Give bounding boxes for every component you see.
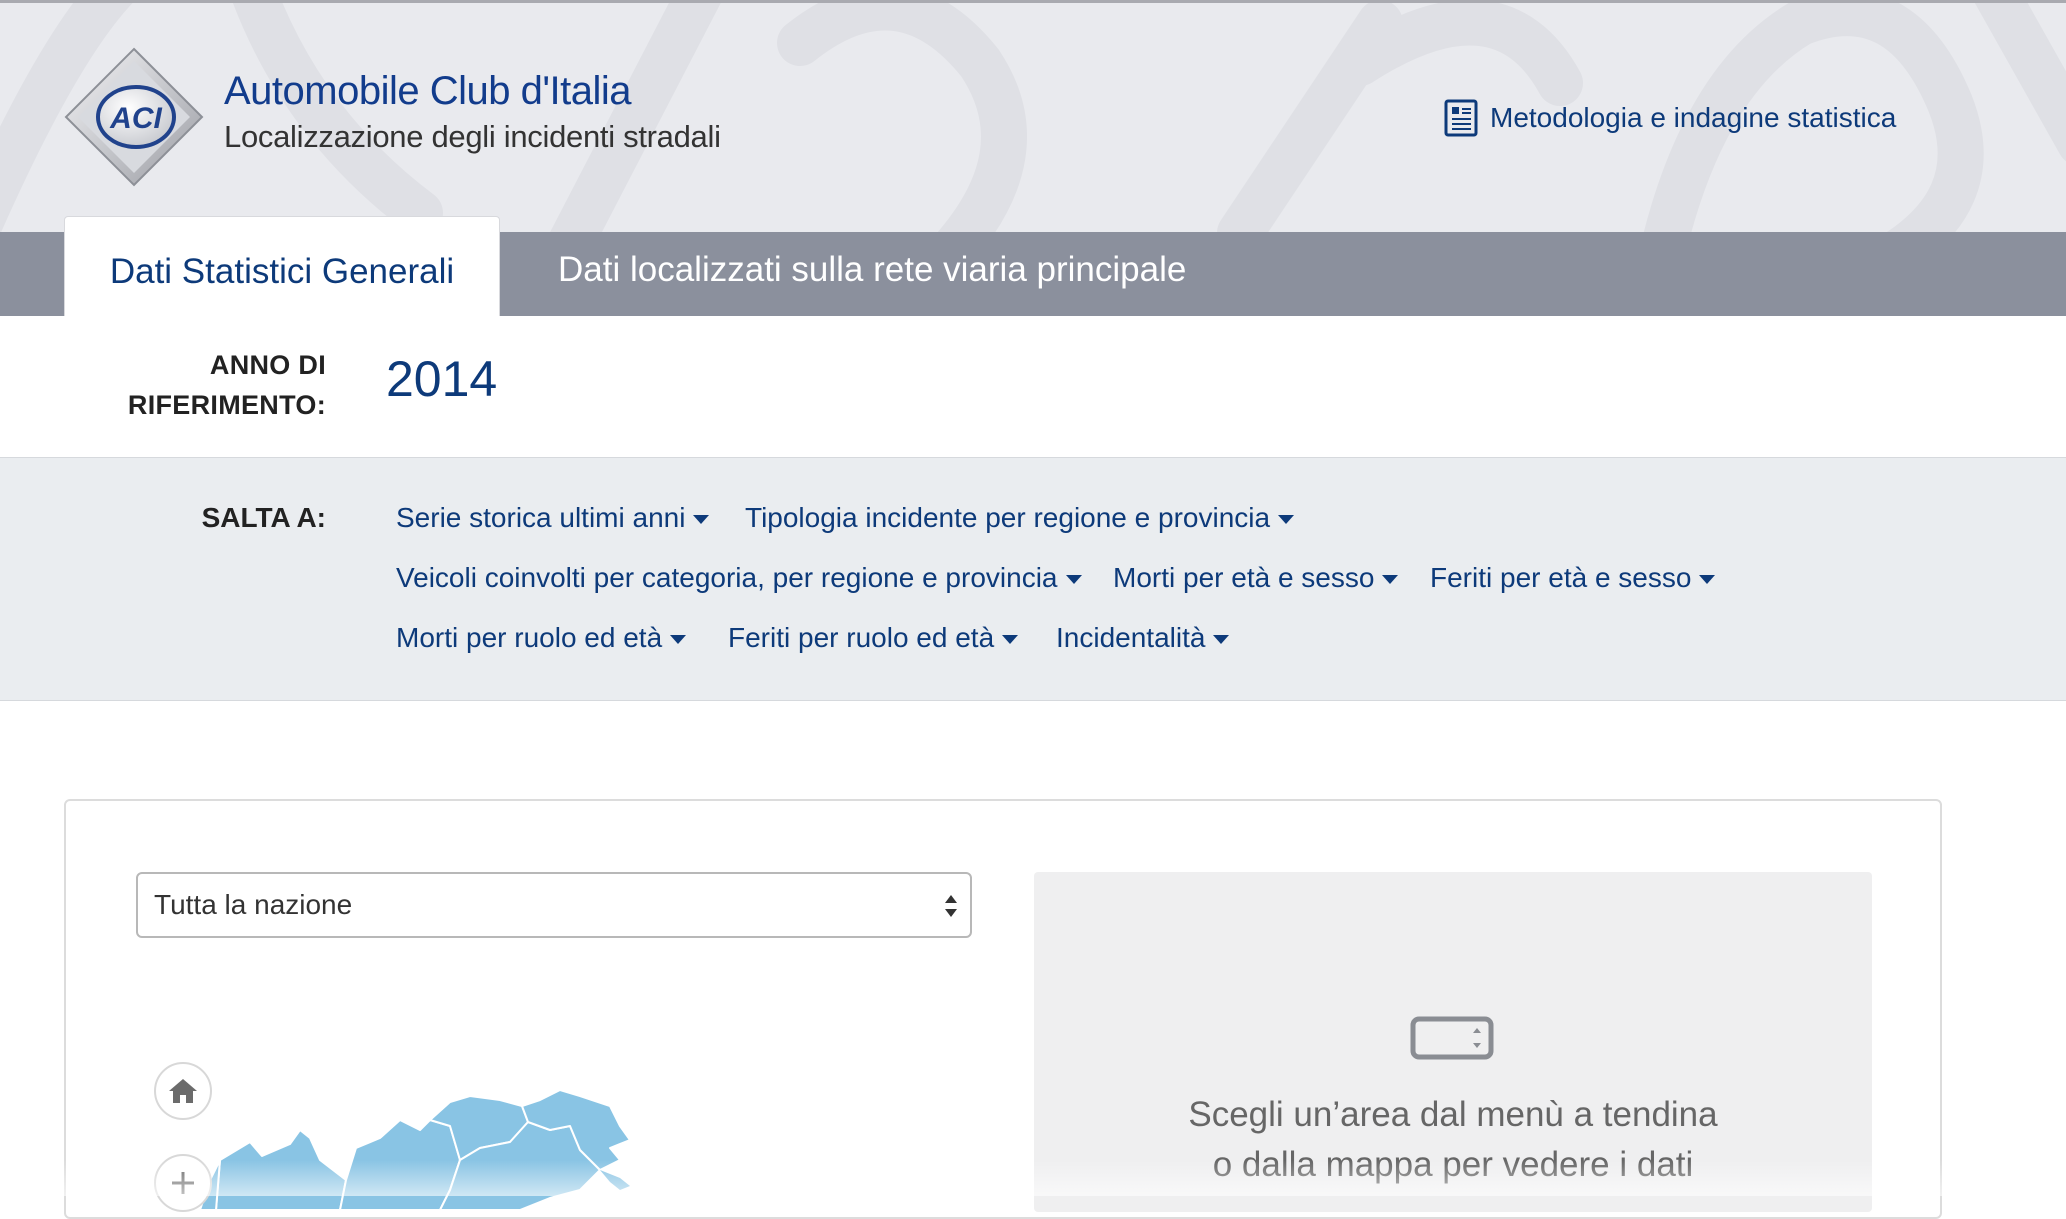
tab-general-stats[interactable]: Dati Statistici Generali [64, 216, 500, 316]
jump-link-incidentalita[interactable]: Incidentalità [1056, 622, 1230, 654]
map-region-piemonte [215, 1129, 347, 1210]
caret-down-icon [1382, 574, 1399, 584]
jump-link-label: Tipologia incidente per regione e provin… [745, 502, 1271, 533]
select-arrows-icon [945, 895, 957, 917]
area-info-line2: o dalla mappa per vedere i dati [1212, 1145, 1694, 1184]
tab-localized-data[interactable]: Dati localizzati sulla rete viaria princ… [558, 250, 1186, 290]
reference-year-label-line2: RIFERIMENTO: [127, 390, 326, 420]
jump-link-veicoli-coinvolti[interactable]: Veicoli coinvolti per categoria, per reg… [396, 562, 1082, 594]
home-icon [169, 1079, 197, 1103]
jump-link-label: Feriti per età e sesso [1430, 562, 1692, 593]
caret-down-icon [693, 514, 710, 524]
area-select[interactable]: Tutta la nazione [136, 872, 972, 938]
jump-link-morti-ruolo-eta[interactable]: Morti per ruolo ed età [396, 622, 687, 654]
reference-year-value[interactable]: 2014 [386, 350, 497, 408]
dropdown-select-icon [1410, 1016, 1494, 1060]
site-header: ACI Automobile Club d'Italia Localizzazi… [0, 0, 2066, 235]
area-info-text: Scegli un’area dal menù a tendina o dall… [1034, 1090, 1872, 1190]
caret-down-icon [670, 634, 687, 644]
methodology-link-label: Metodologia e indagine statistica [1490, 102, 1897, 133]
area-info-line1: Scegli un’area dal menù a tendina [1188, 1095, 1718, 1134]
jump-link-label: Incidentalità [1056, 622, 1206, 653]
jump-link-tipologia-incidente[interactable]: Tipologia incidente per regione e provin… [745, 502, 1295, 534]
area-info-box: Scegli un’area dal menù a tendina o dall… [1034, 872, 1872, 1212]
map-zoom-in-button[interactable] [154, 1154, 212, 1212]
plus-icon [172, 1172, 194, 1194]
methodology-link[interactable]: Metodologia e indagine statistica [1444, 99, 1896, 137]
jump-to-section: SALTA A: Serie storica ultimi anni Tipol… [0, 457, 2066, 701]
reference-year-label-line1: ANNO DI [209, 350, 326, 380]
reference-year-label: ANNO DI RIFERIMENTO: [100, 345, 326, 425]
map-home-button[interactable] [154, 1062, 212, 1120]
document-icon [1444, 99, 1478, 137]
jump-link-label: Serie storica ultimi anni [396, 502, 686, 533]
jump-to-label: SALTA A: [201, 502, 326, 533]
jump-link-feriti-eta-sesso[interactable]: Feriti per età e sesso [1430, 562, 1716, 594]
svg-text:ACI: ACI [109, 102, 162, 135]
brand-title: Automobile Club d'Italia [224, 69, 631, 113]
area-select-value: Tutta la nazione [154, 889, 353, 920]
aci-logo[interactable]: ACI [64, 47, 204, 187]
brand-subtitle: Localizzazione degli incidenti stradali [224, 119, 721, 154]
map-region-lombardia [339, 1119, 461, 1210]
jump-link-label: Morti per età e sesso [1113, 562, 1375, 593]
caret-down-icon [1213, 634, 1230, 644]
caret-down-icon [1065, 574, 1082, 584]
italy-map[interactable] [150, 1030, 710, 1210]
caret-down-icon [1002, 634, 1019, 644]
jump-link-label: Feriti per ruolo ed età [728, 622, 995, 653]
jump-link-label: Morti per ruolo ed età [396, 622, 663, 653]
caret-down-icon [1278, 514, 1295, 524]
jump-link-label: Veicoli coinvolti per categoria, per reg… [396, 562, 1058, 593]
jump-link-feriti-ruolo-eta[interactable]: Feriti per ruolo ed età [728, 622, 1019, 654]
caret-down-icon [1699, 574, 1716, 584]
jump-link-morti-eta-sesso[interactable]: Morti per età e sesso [1113, 562, 1399, 594]
jump-link-serie-storica[interactable]: Serie storica ultimi anni [396, 502, 710, 534]
